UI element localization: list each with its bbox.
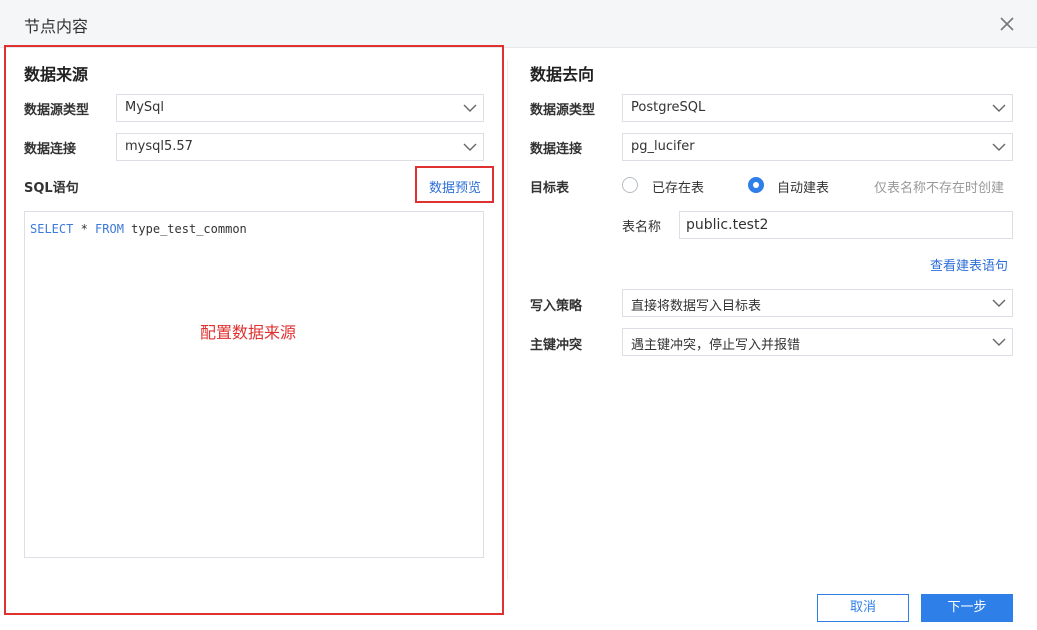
target-table-label: 目标表 bbox=[530, 181, 570, 196]
target-conn-label: 数据连接 bbox=[530, 142, 583, 157]
table-name-input[interactable] bbox=[679, 211, 1013, 239]
cancel-button[interactable]: 取消 bbox=[817, 594, 909, 622]
close-icon[interactable] bbox=[997, 14, 1017, 34]
write-strategy-select[interactable]: 直接将数据写入目标表 bbox=[622, 289, 1013, 317]
pk-conflict-value: 遇主键冲突，停止写入并报错 bbox=[631, 338, 801, 353]
target-type-value: PostgreSQL bbox=[631, 100, 706, 115]
dialog-title: 节点内容 bbox=[24, 17, 89, 36]
node-content-dialog: 节点内容 数据来源 数据源类型 MySql 数据连接 mysql5.57 SQL… bbox=[0, 0, 1037, 630]
chevron-down-icon bbox=[992, 338, 1006, 346]
auto-create-hint: 仅表名称不存在时创建 bbox=[874, 181, 1005, 196]
pk-conflict-label: 主键冲突 bbox=[530, 338, 583, 353]
target-conn-select[interactable]: pg_lucifer bbox=[622, 133, 1013, 161]
view-ddl-link[interactable]: 查看建表语句 bbox=[930, 255, 1008, 274]
chevron-down-icon bbox=[992, 143, 1006, 151]
write-strategy-label: 写入策略 bbox=[530, 299, 583, 314]
table-name-label: 表名称 bbox=[622, 220, 662, 235]
chevron-down-icon bbox=[992, 299, 1006, 307]
panel-divider bbox=[507, 60, 508, 580]
target-type-select[interactable]: PostgreSQL bbox=[622, 94, 1013, 122]
chevron-down-icon bbox=[992, 104, 1006, 112]
radio-auto-create[interactable] bbox=[748, 177, 764, 193]
pk-conflict-select[interactable]: 遇主键冲突，停止写入并报错 bbox=[622, 328, 1013, 356]
source-highlight-box bbox=[4, 45, 504, 615]
radio-auto-label[interactable]: 自动建表 bbox=[777, 177, 829, 196]
write-strategy-value: 直接将数据写入目标表 bbox=[631, 299, 762, 314]
target-conn-value: pg_lucifer bbox=[631, 139, 695, 154]
target-type-label: 数据源类型 bbox=[530, 103, 596, 118]
dialog-header: 节点内容 bbox=[0, 0, 1037, 48]
radio-existing-label[interactable]: 已存在表 bbox=[652, 177, 704, 196]
next-step-button[interactable]: 下一步 bbox=[921, 594, 1013, 622]
radio-existing-table[interactable] bbox=[622, 177, 638, 193]
target-section-title: 数据去向 bbox=[530, 65, 595, 84]
